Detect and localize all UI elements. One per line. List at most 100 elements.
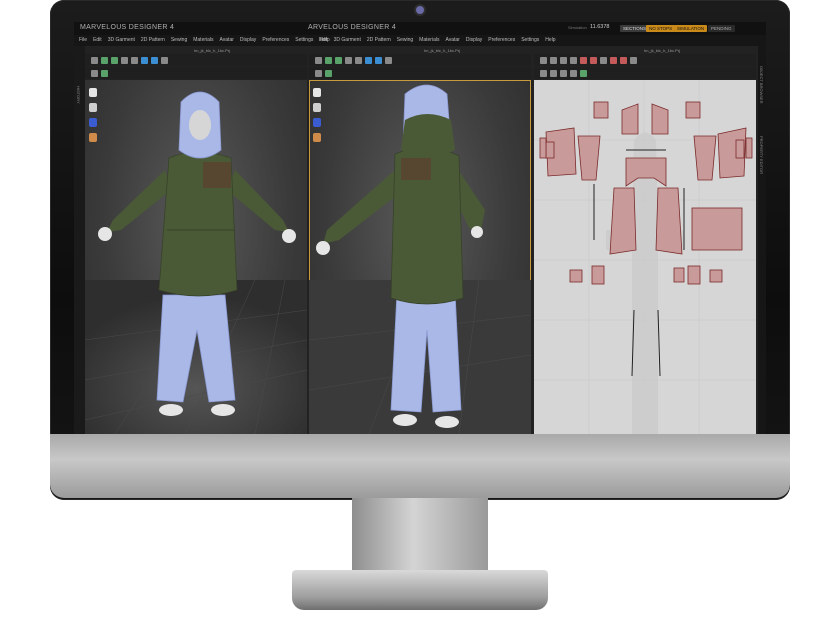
property-editor-label: PROPERTY EDITOR	[759, 136, 764, 175]
monitor-chin	[50, 434, 790, 498]
toolbar-2d-2	[534, 67, 756, 79]
move-icon[interactable]	[131, 56, 138, 64]
badge-no-stops[interactable]: NO STOPS	[646, 25, 676, 32]
viewport-left-title: hn_jk_blc_h_1bc.Prj	[194, 48, 231, 53]
simulate-icon[interactable]	[101, 56, 108, 64]
select-tool-icon-2[interactable]	[315, 56, 322, 64]
monitor-stand-neck	[352, 498, 488, 578]
avatar-front-icon[interactable]	[89, 88, 97, 97]
garment-icon[interactable]	[141, 56, 148, 64]
transform-icon[interactable]	[540, 56, 547, 64]
avatar-side-icon[interactable]	[89, 103, 97, 112]
layer-icon-2[interactable]	[325, 69, 332, 77]
badge-sections[interactable]: SECTIONS	[620, 25, 650, 32]
object-browser-label: OBJECT BROWSER	[759, 66, 764, 104]
arrange-icon[interactable]	[91, 69, 98, 77]
pleat-icon[interactable]	[620, 56, 627, 64]
viewport-side-tools	[89, 88, 97, 142]
menu-edit-2[interactable]: Edit	[319, 37, 328, 43]
menu-help-2[interactable]: Help	[545, 37, 555, 43]
right-panel-strip[interactable]: OBJECT BROWSER PROPERTY EDITOR	[758, 46, 766, 434]
magnet-icon[interactable]	[89, 118, 97, 127]
toolbar-2d	[534, 54, 756, 66]
app-title-left: MARVELOUS DESIGNER 4	[80, 24, 175, 31]
camera-icon	[416, 6, 424, 14]
menu-materials-2[interactable]: Materials	[419, 37, 439, 43]
head-icon[interactable]	[89, 133, 97, 142]
seam-icon[interactable]	[580, 69, 587, 77]
sew-icon[interactable]	[600, 56, 607, 64]
viewport-2d-pattern[interactable]	[534, 80, 756, 434]
badge-simulation[interactable]: SIMULATION	[674, 25, 708, 32]
menu-edit[interactable]: Edit	[93, 37, 102, 43]
viewport-mid-title: hn_jk_blc_h_1bc.Prj	[424, 48, 461, 53]
segment-icon[interactable]	[570, 56, 577, 64]
monitor-stand-base	[292, 570, 548, 610]
avatar-front-icon-2[interactable]	[313, 88, 321, 97]
menu-2d-pattern[interactable]: 2D Pattern	[141, 37, 165, 43]
toolbar-3d-mid-2	[309, 67, 531, 79]
history-strip[interactable]: HISTORY	[74, 46, 85, 434]
fold-arrange-icon[interactable]	[610, 56, 617, 64]
menu-display[interactable]: Display	[240, 37, 256, 43]
fold-icon-2[interactable]	[335, 56, 342, 64]
menu-sewing[interactable]: Sewing	[171, 37, 187, 43]
pattern-sheet	[534, 80, 756, 434]
move-icon-2[interactable]	[355, 56, 362, 64]
menu-avatar-2[interactable]: Avatar	[445, 37, 459, 43]
rectangle-icon[interactable]	[590, 56, 597, 64]
head-icon-2[interactable]	[313, 133, 321, 142]
avatar-back-figure	[309, 84, 531, 434]
viewport-3d-front[interactable]	[85, 80, 307, 434]
toolbar-3d-mid	[309, 54, 531, 66]
menu-settings-2[interactable]: Settings	[521, 37, 539, 43]
viewport-side-tools-2	[313, 88, 321, 142]
internal-line-icon[interactable]	[540, 69, 547, 77]
menu-materials[interactable]: Materials	[193, 37, 213, 43]
tshirt-icon[interactable]	[151, 56, 158, 64]
menu-display-2[interactable]: Display	[466, 37, 482, 43]
toolbar-3d-left	[85, 54, 307, 66]
tshirt-icon-2[interactable]	[375, 56, 382, 64]
display-icon-2[interactable]	[385, 56, 392, 64]
curve-icon[interactable]	[560, 56, 567, 64]
avatar-front-figure	[85, 91, 307, 434]
menu-file[interactable]: File	[79, 37, 87, 43]
polygon-icon[interactable]	[580, 56, 587, 64]
avatar-side-icon-2[interactable]	[313, 103, 321, 112]
dart-icon[interactable]	[550, 69, 557, 77]
arrange-icon-2[interactable]	[315, 69, 322, 77]
menu-sewing-2[interactable]: Sewing	[397, 37, 413, 43]
menu-right: Edit 3D Garment 2D Pattern Sewing Materi…	[319, 37, 556, 43]
menu-bar: File Edit 3D Garment 2D Pattern Sewing M…	[74, 35, 766, 46]
garment-icon-2[interactable]	[365, 56, 372, 64]
badge-pending[interactable]: PENDING	[708, 25, 735, 32]
pin-icon[interactable]	[121, 56, 128, 64]
simulate-icon-2[interactable]	[325, 56, 332, 64]
history-label: HISTORY	[76, 86, 81, 104]
trace-icon[interactable]	[560, 69, 567, 77]
menu-preferences-2[interactable]: Preferences	[488, 37, 515, 43]
value-label: Simulation	[568, 25, 587, 30]
screen: MARVELOUS DESIGNER 4 ARVELOUS DESIGNER 4…	[74, 22, 766, 434]
select-tool-icon[interactable]	[91, 56, 98, 64]
menu-avatar[interactable]: Avatar	[220, 37, 234, 43]
menu-preferences[interactable]: Preferences	[262, 37, 289, 43]
fold-icon[interactable]	[111, 56, 118, 64]
magnet-icon-2[interactable]	[313, 118, 321, 127]
app-title-right: ARVELOUS DESIGNER 4	[308, 24, 397, 31]
notch-icon[interactable]	[570, 69, 577, 77]
status-value: 11.6378	[590, 24, 610, 30]
pin-icon-2[interactable]	[345, 56, 352, 64]
edit-point-icon[interactable]	[550, 56, 557, 64]
display-icon[interactable]	[161, 56, 168, 64]
menu-2d-pattern-2[interactable]: 2D Pattern	[367, 37, 391, 43]
menu-settings[interactable]: Settings	[295, 37, 313, 43]
texture-icon[interactable]	[630, 56, 637, 64]
menu-3d-garment[interactable]: 3D Garment	[108, 37, 135, 43]
viewport-right-title: hn_jk_blc_h_1bc.Prj	[644, 48, 681, 53]
toolbar-3d-left-2	[85, 67, 307, 79]
viewport-3d-back[interactable]	[309, 80, 531, 434]
layer-icon[interactable]	[101, 69, 108, 77]
menu-3d-garment-2[interactable]: 3D Garment	[334, 37, 361, 43]
